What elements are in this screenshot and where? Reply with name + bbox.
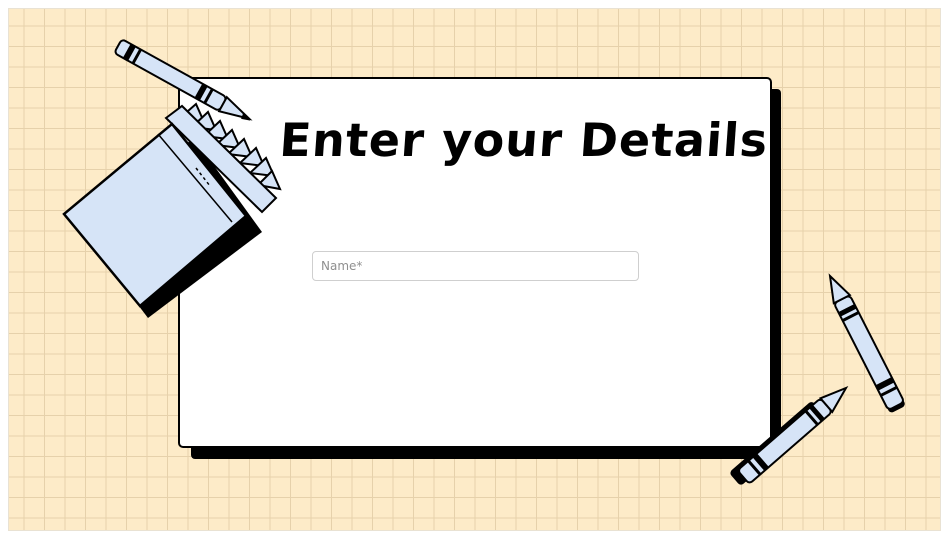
page-title: Enter your Details [277,113,771,167]
name-input[interactable] [312,251,639,281]
